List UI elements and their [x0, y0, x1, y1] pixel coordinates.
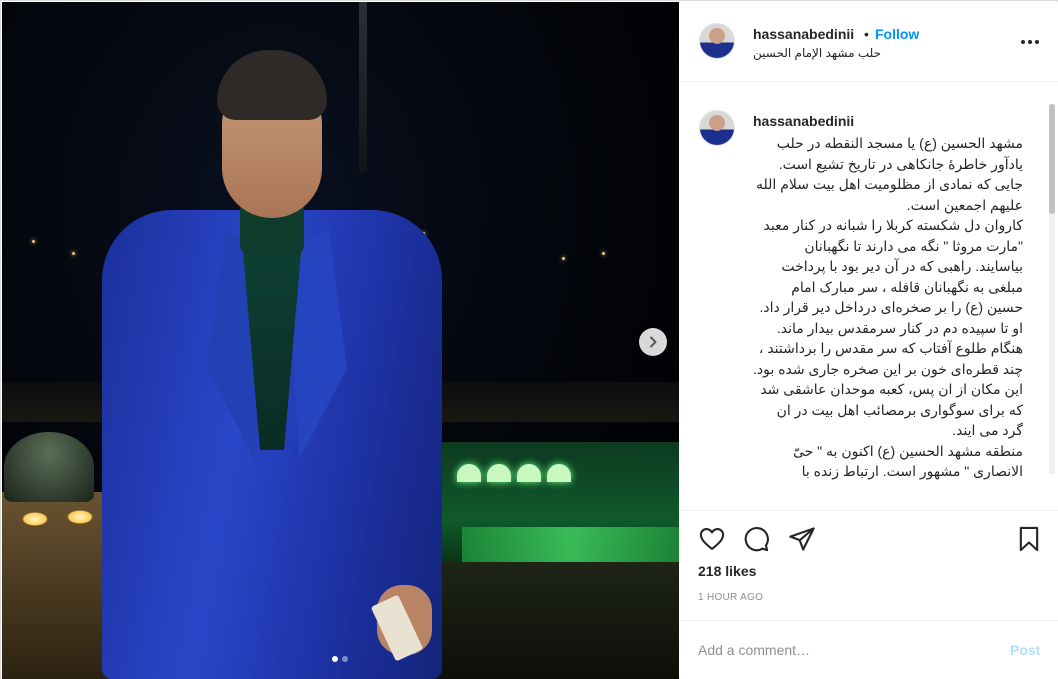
- city-light: [32, 240, 35, 243]
- caption-scroll-area[interactable]: hassanabedinii مشهد الحسین (ع) یا مسجد ا…: [680, 83, 1058, 510]
- follow-button[interactable]: Follow: [875, 26, 919, 42]
- comment-bubble-icon[interactable]: [742, 525, 770, 553]
- carousel-dot: [342, 656, 348, 662]
- lit-arch: [487, 464, 511, 482]
- lit-arch: [517, 464, 541, 482]
- post-comment-button[interactable]: Post: [1010, 642, 1040, 658]
- avatar[interactable]: [699, 23, 735, 59]
- action-bar: 218 likes 1 HOUR AGO: [680, 510, 1058, 620]
- lamp-light: [22, 512, 48, 526]
- post-sidebar: hassanabedinii • Follow حلب مشهد الإمام …: [680, 2, 1058, 679]
- caption-username-link[interactable]: hassanabedinii: [753, 113, 854, 129]
- more-dot: [1035, 40, 1039, 44]
- caption-scrollbar[interactable]: [1049, 104, 1055, 474]
- more-options-icon[interactable]: [1021, 34, 1041, 50]
- bookmark-icon[interactable]: [1015, 525, 1043, 553]
- comment-input[interactable]: [698, 639, 988, 661]
- location-link[interactable]: حلب مشهد الإمام الحسين: [753, 46, 881, 60]
- shrine-dome: [4, 432, 94, 502]
- next-slide-button[interactable]: [639, 328, 667, 356]
- more-dot: [1028, 40, 1032, 44]
- username-link[interactable]: hassanabedinii: [753, 26, 854, 42]
- carousel-dot-active: [332, 656, 338, 662]
- man-in-blue-suit: [92, 50, 452, 679]
- lit-arch: [457, 464, 481, 482]
- city-light: [72, 252, 75, 255]
- post-photo[interactable]: [2, 2, 679, 679]
- comment-form: Post: [680, 620, 1058, 679]
- heart-icon[interactable]: [698, 525, 726, 553]
- post-dialog: hassanabedinii • Follow حلب مشهد الإمام …: [0, 0, 1058, 679]
- paper-plane-icon[interactable]: [788, 525, 816, 553]
- chevron-right-icon: [650, 336, 657, 348]
- lit-arch: [547, 464, 571, 482]
- city-light: [602, 252, 605, 255]
- separator-dot: •: [864, 26, 869, 42]
- city-light: [562, 257, 565, 260]
- post-header: hassanabedinii • Follow حلب مشهد الإمام …: [680, 2, 1058, 82]
- carousel-indicator: [332, 656, 348, 662]
- green-light-strip: [462, 527, 679, 567]
- likes-count[interactable]: 218 likes: [698, 563, 756, 579]
- lamp-light: [67, 510, 93, 524]
- more-dot: [1021, 40, 1025, 44]
- caption-text: مشهد الحسین (ع) یا مسجد النقطه در حلب یا…: [753, 135, 1023, 479]
- caption-avatar[interactable]: [699, 110, 735, 146]
- scrollbar-thumb[interactable]: [1049, 104, 1055, 214]
- post-timestamp[interactable]: 1 HOUR AGO: [698, 592, 763, 603]
- hair: [217, 50, 327, 120]
